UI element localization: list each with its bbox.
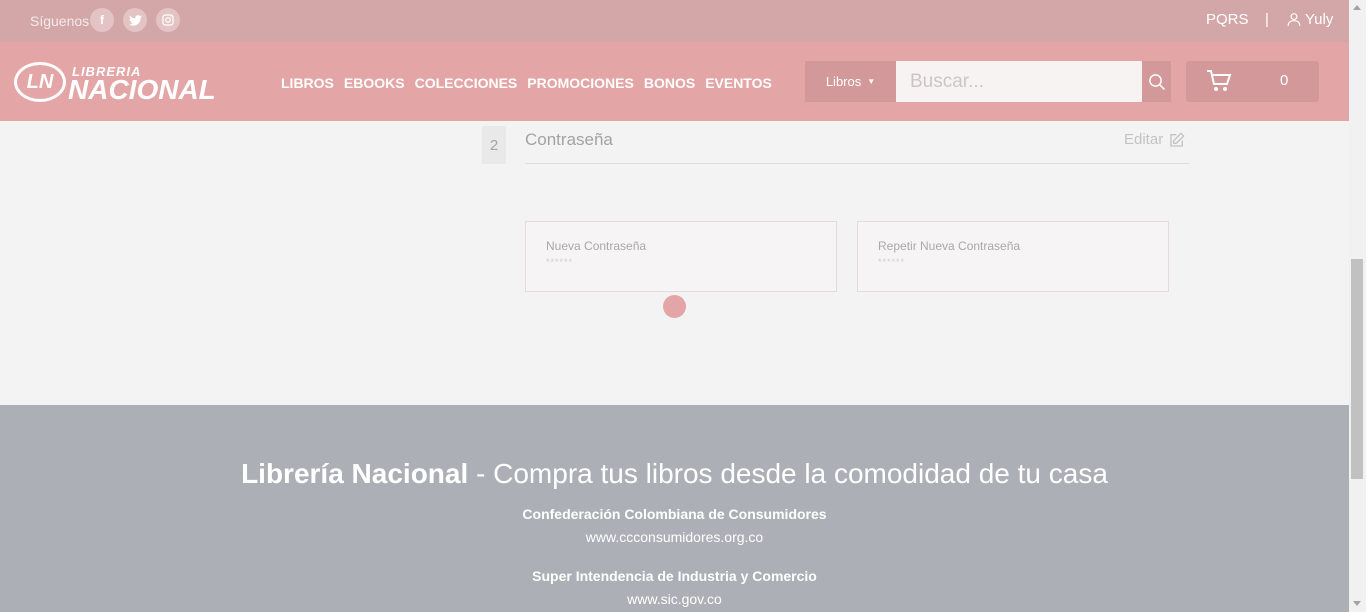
pqrs-link[interactable]: PQRS xyxy=(1206,11,1249,28)
cart-button[interactable]: 0 xyxy=(1186,61,1319,102)
scroll-up-icon[interactable] xyxy=(1353,5,1361,10)
new-password-label: Nueva Contraseña xyxy=(546,239,647,253)
section-title: Contraseña xyxy=(525,130,613,149)
repeat-password-value: ****** xyxy=(878,257,906,267)
logo-mark-icon: LN xyxy=(14,62,66,102)
new-password-value: ****** xyxy=(546,257,574,267)
repeat-password-field[interactable]: Repetir Nueva Contraseña ****** xyxy=(857,221,1169,292)
scrollbar-thumb[interactable] xyxy=(1351,259,1363,479)
cart-icon xyxy=(1207,70,1232,91)
org-url-sic[interactable]: www.sic.gov.co xyxy=(0,591,1349,607)
search-input[interactable] xyxy=(896,61,1142,102)
menu-item-libros[interactable]: LIBROS xyxy=(281,75,334,91)
scroll-down-icon[interactable] xyxy=(1353,601,1361,606)
twitter-icon[interactable] xyxy=(123,8,147,32)
org-name-ccc: Confederación Colombiana de Consumidores xyxy=(522,506,827,522)
menu-item-eventos[interactable]: EVENTOS xyxy=(705,75,772,91)
page: Síguenos f PQRS | Yuly LN LIBRERIA NACIO… xyxy=(0,0,1349,612)
topbar-separator: | xyxy=(1265,11,1269,28)
instagram-icon[interactable] xyxy=(156,8,180,32)
footer-tagline: - Compra tus libros desde la comodidad d… xyxy=(468,458,1108,489)
logo-text-bottom: NACIONAL xyxy=(68,74,216,105)
cursor-indicator xyxy=(663,295,686,318)
new-password-field[interactable]: Nueva Contraseña ****** xyxy=(525,221,837,292)
edit-label: Editar xyxy=(1124,131,1164,148)
menu-item-bonos[interactable]: BONOS xyxy=(644,75,695,91)
search-button[interactable] xyxy=(1142,61,1171,102)
user-name: Yuly xyxy=(1305,11,1334,28)
org-url-ccc[interactable]: www.ccconsumidores.org.co xyxy=(0,529,1349,545)
cart-count: 0 xyxy=(1280,72,1289,89)
top-bar: Síguenos f PQRS | Yuly xyxy=(0,0,1349,42)
search-category-dropdown[interactable]: Libros ▼ xyxy=(805,61,896,102)
step-number-badge: 2 xyxy=(482,126,506,164)
menu-item-promociones[interactable]: PROMOCIONES xyxy=(527,75,634,91)
edit-icon xyxy=(1170,131,1185,147)
caret-down-icon: ▼ xyxy=(867,77,876,86)
main-navbar: LN LIBRERIA NACIONAL LIBROS EBOOKS COLEC… xyxy=(0,42,1349,121)
menu-item-ebooks[interactable]: EBOOKS xyxy=(344,75,405,91)
user-icon xyxy=(1287,13,1301,26)
edit-password-button[interactable]: Editar xyxy=(1124,131,1185,148)
user-account-link[interactable]: Yuly xyxy=(1287,11,1333,28)
footer-headline: Librería Nacional - Compra tus libros de… xyxy=(0,458,1349,490)
brand-logo[interactable]: LN LIBRERIA NACIONAL xyxy=(14,60,218,105)
follow-label: Síguenos xyxy=(30,13,90,29)
section-divider xyxy=(525,163,1189,164)
repeat-password-label: Repetir Nueva Contraseña xyxy=(878,239,1021,253)
facebook-icon[interactable]: f xyxy=(90,8,114,32)
org-name-sic: Super Intendencia de Industria y Comerci… xyxy=(532,568,817,584)
footer: Librería Nacional - Compra tus libros de… xyxy=(0,405,1349,612)
search-category-label: Libros xyxy=(825,74,862,89)
search-icon xyxy=(1148,73,1165,90)
page-scrollbar[interactable] xyxy=(1349,0,1366,612)
footer-brand: Librería Nacional xyxy=(241,458,469,489)
main-menu: LIBROS EBOOKS COLECCIONES PROMOCIONES BO… xyxy=(281,75,772,91)
menu-item-colecciones[interactable]: COLECCIONES xyxy=(415,75,518,91)
